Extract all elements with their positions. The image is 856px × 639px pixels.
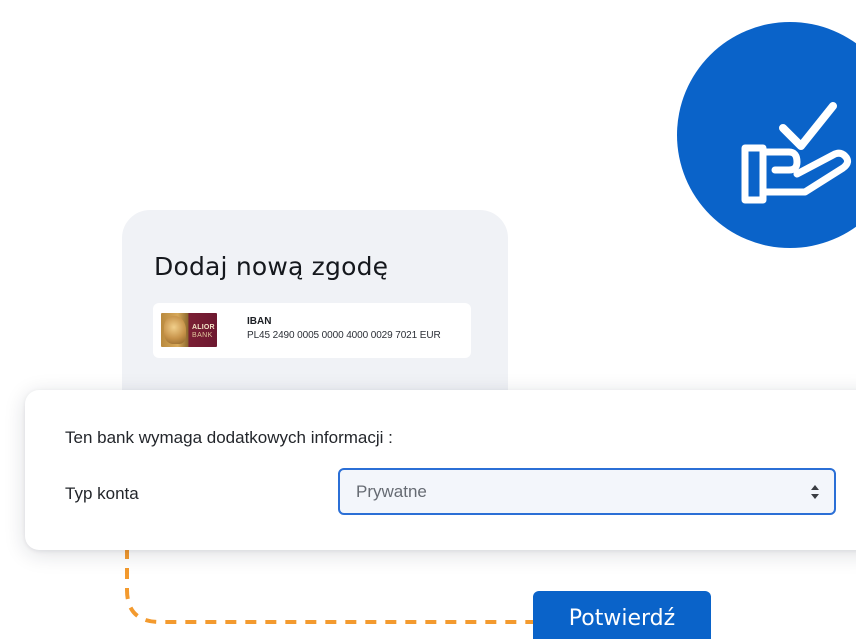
iban-label: IBAN [247, 316, 272, 327]
consent-card-title: Dodaj nową zgodę [154, 252, 389, 281]
stage: Dodaj nową zgodę ALIOR BANK IBAN PL45 24… [0, 0, 856, 639]
additional-info-panel: Ten bank wymaga dodatkowych informacji :… [25, 390, 856, 550]
bank-logo-subtext: BANK [192, 332, 213, 339]
confirm-button[interactable]: Potwierdź [533, 591, 711, 639]
hand-checkmark-icon [741, 102, 852, 204]
success-badge [677, 22, 856, 248]
bank-logo: ALIOR BANK [161, 313, 217, 347]
account-type-select[interactable]: Prywatne [338, 468, 836, 515]
account-type-label: Typ konta [65, 484, 139, 503]
account-type-selected-value: Prywatne [356, 482, 427, 501]
select-arrows-icon [811, 485, 819, 499]
account-row[interactable]: ALIOR BANK IBAN PL45 2490 0005 0000 4000… [153, 303, 471, 358]
bank-logo-emblem [164, 316, 186, 344]
panel-heading: Ten bank wymaga dodatkowych informacji : [65, 428, 393, 447]
iban-value: PL45 2490 0005 0000 4000 0029 7021 EUR [247, 330, 441, 341]
bank-logo-text: ALIOR [192, 324, 215, 331]
